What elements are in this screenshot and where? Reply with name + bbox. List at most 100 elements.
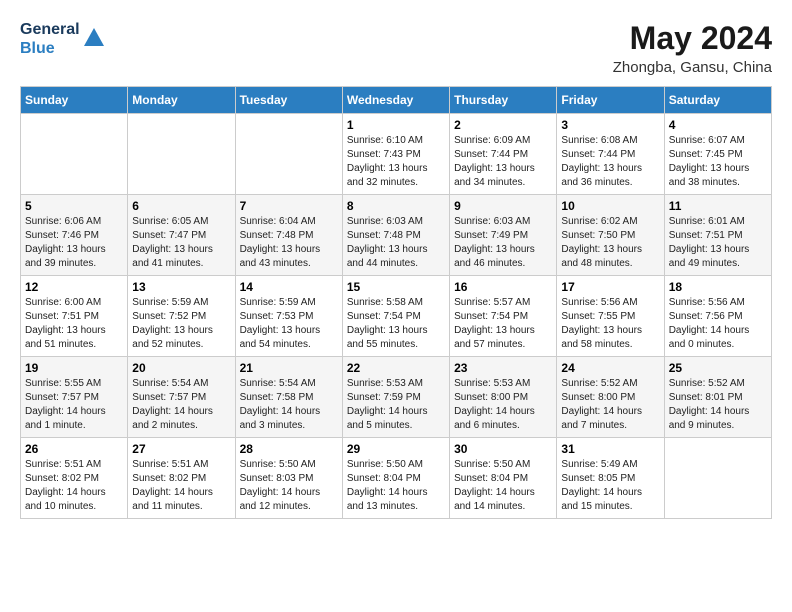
day-info: Sunrise: 6:05 AMSunset: 7:47 PMDaylight:… <box>132 215 230 271</box>
day-info: Sunrise: 5:50 AMSunset: 8:03 PMDaylight:… <box>240 458 338 514</box>
calendar-cell <box>128 114 235 195</box>
calendar-cell: 15 Sunrise: 5:58 AMSunset: 7:54 PMDayligh… <box>342 276 449 357</box>
month-year-title: May 2024 <box>613 20 772 57</box>
day-number: 16 <box>454 280 552 294</box>
calendar-week-row: 12 Sunrise: 6:00 AMSunset: 7:51 PMDayligh… <box>21 276 772 357</box>
day-number: 7 <box>240 199 338 213</box>
day-info: Sunrise: 5:58 AMSunset: 7:54 PMDaylight:… <box>347 296 445 352</box>
day-number: 25 <box>669 361 767 375</box>
calendar-day-header: Friday <box>557 87 664 114</box>
calendar-cell <box>664 438 771 519</box>
calendar-day-header: Saturday <box>664 87 771 114</box>
calendar-week-row: 19 Sunrise: 5:55 AMSunset: 7:57 PMDayligh… <box>21 357 772 438</box>
calendar-cell: 25 Sunrise: 5:52 AMSunset: 8:01 PMDayligh… <box>664 357 771 438</box>
day-number: 13 <box>132 280 230 294</box>
day-info: Sunrise: 5:51 AMSunset: 8:02 PMDaylight:… <box>132 458 230 514</box>
calendar-cell <box>235 114 342 195</box>
calendar-cell: 5 Sunrise: 6:06 AMSunset: 7:46 PMDaylight… <box>21 195 128 276</box>
calendar-day-header: Wednesday <box>342 87 449 114</box>
day-info: Sunrise: 6:06 AMSunset: 7:46 PMDaylight:… <box>25 215 123 271</box>
calendar-day-header: Sunday <box>21 87 128 114</box>
calendar-cell: 28 Sunrise: 5:50 AMSunset: 8:03 PMDayligh… <box>235 438 342 519</box>
day-info: Sunrise: 6:02 AMSunset: 7:50 PMDaylight:… <box>561 215 659 271</box>
day-number: 9 <box>454 199 552 213</box>
logo-triangle-icon <box>84 28 104 46</box>
calendar-cell: 31Sunrise: 5:49 AMSunset: 8:05 PMDayligh… <box>557 438 664 519</box>
calendar-cell: 9Sunrise: 6:03 AMSunset: 7:49 PMDaylight… <box>450 195 557 276</box>
day-number: 18 <box>669 280 767 294</box>
day-number: 27 <box>132 442 230 456</box>
calendar-cell: 16 Sunrise: 5:57 AMSunset: 7:54 PMDayligh… <box>450 276 557 357</box>
day-info: Sunrise: 6:03 AMSunset: 7:48 PMDaylight:… <box>347 215 445 271</box>
day-number: 23 <box>454 361 552 375</box>
day-info: Sunrise: 5:59 AMSunset: 7:52 PMDaylight:… <box>132 296 230 352</box>
day-number: 19 <box>25 361 123 375</box>
day-number: 14 <box>240 280 338 294</box>
calendar-cell <box>21 114 128 195</box>
day-info: Sunrise: 6:07 AMSunset: 7:45 PMDaylight:… <box>669 134 767 190</box>
day-info: Sunrise: 5:52 AMSunset: 8:00 PMDaylight:… <box>561 377 659 433</box>
calendar-cell: 6 Sunrise: 6:05 AMSunset: 7:47 PMDaylight… <box>128 195 235 276</box>
day-number: 17 <box>561 280 659 294</box>
day-number: 11 <box>669 199 767 213</box>
calendar-cell: 8 Sunrise: 6:03 AMSunset: 7:48 PMDaylight… <box>342 195 449 276</box>
calendar-cell: 24Sunrise: 5:52 AMSunset: 8:00 PMDayligh… <box>557 357 664 438</box>
day-number: 6 <box>132 199 230 213</box>
calendar-table: SundayMondayTuesdayWednesdayThursdayFrid… <box>20 86 772 519</box>
day-info: Sunrise: 5:50 AMSunset: 8:04 PMDaylight:… <box>454 458 552 514</box>
day-info: Sunrise: 5:57 AMSunset: 7:54 PMDaylight:… <box>454 296 552 352</box>
calendar-cell: 19 Sunrise: 5:55 AMSunset: 7:57 PMDayligh… <box>21 357 128 438</box>
calendar-cell: 7 Sunrise: 6:04 AMSunset: 7:48 PMDaylight… <box>235 195 342 276</box>
day-number: 29 <box>347 442 445 456</box>
calendar-week-row: 1 Sunrise: 6:10 AMSunset: 7:43 PMDaylight… <box>21 114 772 195</box>
day-number: 1 <box>347 118 445 132</box>
day-number: 4 <box>669 118 767 132</box>
calendar-cell: 18 Sunrise: 5:56 AMSunset: 7:56 PMDayligh… <box>664 276 771 357</box>
logo: General Blue <box>20 20 104 58</box>
day-info: Sunrise: 6:09 AMSunset: 7:44 PMDaylight:… <box>454 134 552 190</box>
calendar-cell: 30 Sunrise: 5:50 AMSunset: 8:04 PMDayligh… <box>450 438 557 519</box>
logo-general: General <box>20 20 80 39</box>
day-number: 15 <box>347 280 445 294</box>
day-info: Sunrise: 5:52 AMSunset: 8:01 PMDaylight:… <box>669 377 767 433</box>
day-number: 8 <box>347 199 445 213</box>
day-info: Sunrise: 6:08 AMSunset: 7:44 PMDaylight:… <box>561 134 659 190</box>
day-info: Sunrise: 5:59 AMSunset: 7:53 PMDaylight:… <box>240 296 338 352</box>
day-info: Sunrise: 6:01 AMSunset: 7:51 PMDaylight:… <box>669 215 767 271</box>
location-subtitle: Zhongba, Gansu, China <box>613 59 772 76</box>
day-number: 10 <box>561 199 659 213</box>
logo-blue: Blue <box>20 39 80 58</box>
day-info: Sunrise: 5:53 AMSunset: 7:59 PMDaylight:… <box>347 377 445 433</box>
calendar-cell: 14 Sunrise: 5:59 AMSunset: 7:53 PMDayligh… <box>235 276 342 357</box>
day-number: 26 <box>25 442 123 456</box>
day-number: 28 <box>240 442 338 456</box>
day-number: 3 <box>561 118 659 132</box>
title-block: May 2024 Zhongba, Gansu, China <box>613 20 772 76</box>
day-info: Sunrise: 5:56 AMSunset: 7:56 PMDaylight:… <box>669 296 767 352</box>
calendar-cell: 29Sunrise: 5:50 AMSunset: 8:04 PMDayligh… <box>342 438 449 519</box>
day-number: 30 <box>454 442 552 456</box>
day-info: Sunrise: 6:10 AMSunset: 7:43 PMDaylight:… <box>347 134 445 190</box>
day-info: Sunrise: 5:55 AMSunset: 7:57 PMDaylight:… <box>25 377 123 433</box>
day-info: Sunrise: 5:53 AMSunset: 8:00 PMDaylight:… <box>454 377 552 433</box>
day-number: 12 <box>25 280 123 294</box>
calendar-cell: 23 Sunrise: 5:53 AMSunset: 8:00 PMDayligh… <box>450 357 557 438</box>
day-info: Sunrise: 5:51 AMSunset: 8:02 PMDaylight:… <box>25 458 123 514</box>
calendar-week-row: 5 Sunrise: 6:06 AMSunset: 7:46 PMDaylight… <box>21 195 772 276</box>
day-number: 22 <box>347 361 445 375</box>
calendar-cell: 13 Sunrise: 5:59 AMSunset: 7:52 PMDayligh… <box>128 276 235 357</box>
calendar-cell: 2Sunrise: 6:09 AMSunset: 7:44 PMDaylight… <box>450 114 557 195</box>
day-info: Sunrise: 6:00 AMSunset: 7:51 PMDaylight:… <box>25 296 123 352</box>
day-info: Sunrise: 5:56 AMSunset: 7:55 PMDaylight:… <box>561 296 659 352</box>
calendar-cell: 11 Sunrise: 6:01 AMSunset: 7:51 PMDayligh… <box>664 195 771 276</box>
calendar-day-header: Monday <box>128 87 235 114</box>
calendar-cell: 22 Sunrise: 5:53 AMSunset: 7:59 PMDayligh… <box>342 357 449 438</box>
calendar-cell: 27 Sunrise: 5:51 AMSunset: 8:02 PMDayligh… <box>128 438 235 519</box>
day-number: 20 <box>132 361 230 375</box>
calendar-header-row: SundayMondayTuesdayWednesdayThursdayFrid… <box>21 87 772 114</box>
day-info: Sunrise: 6:04 AMSunset: 7:48 PMDaylight:… <box>240 215 338 271</box>
day-info: Sunrise: 5:54 AMSunset: 7:57 PMDaylight:… <box>132 377 230 433</box>
day-number: 5 <box>25 199 123 213</box>
calendar-cell: 12 Sunrise: 6:00 AMSunset: 7:51 PMDayligh… <box>21 276 128 357</box>
day-info: Sunrise: 5:49 AMSunset: 8:05 PMDaylight:… <box>561 458 659 514</box>
